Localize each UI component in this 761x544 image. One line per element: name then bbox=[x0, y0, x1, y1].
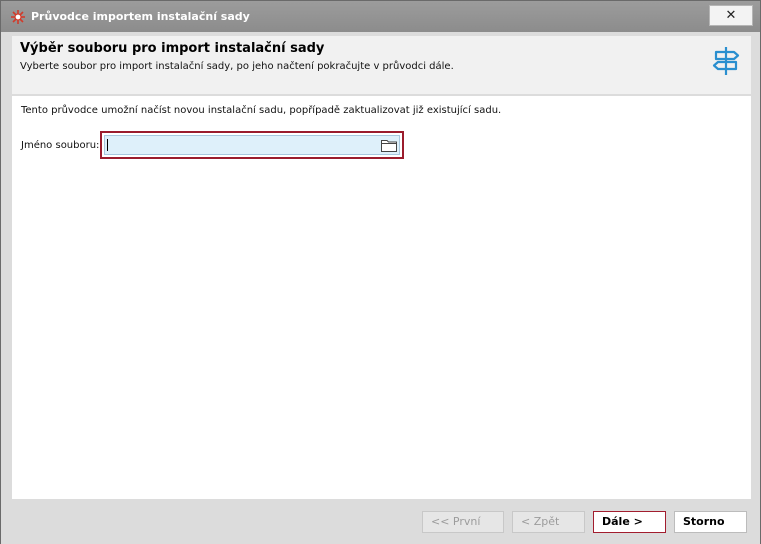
first-button[interactable]: << První bbox=[422, 511, 504, 533]
file-name-label: Jméno souboru: bbox=[21, 140, 100, 151]
wizard-footer: << První < Zpět Dále > Storno bbox=[1, 501, 760, 544]
page-subtitle: Vyberte soubor pro import instalační sad… bbox=[20, 61, 454, 72]
back-button[interactable]: < Zpět bbox=[512, 511, 585, 533]
text-caret bbox=[107, 139, 108, 151]
title-bar[interactable]: Průvodce importem instalační sady ✕ bbox=[1, 1, 760, 32]
starburst-icon bbox=[11, 10, 25, 24]
intro-text: Tento průvodce umožní načíst novou insta… bbox=[21, 105, 502, 116]
file-name-input[interactable] bbox=[104, 135, 400, 155]
close-button[interactable]: ✕ bbox=[709, 5, 753, 26]
signpost-icon bbox=[712, 47, 740, 75]
page-title: Výběr souboru pro import instalační sady bbox=[20, 41, 325, 56]
window-title: Průvodce importem instalační sady bbox=[31, 10, 250, 23]
next-button[interactable]: Dále > bbox=[593, 511, 666, 533]
cancel-button[interactable]: Storno bbox=[674, 511, 747, 533]
wizard-window: Průvodce importem instalační sady ✕ Výbě… bbox=[0, 0, 761, 544]
folder-icon[interactable] bbox=[381, 139, 397, 152]
wizard-header: Výběr souboru pro import instalační sady… bbox=[12, 36, 751, 94]
wizard-content: Tento průvodce umožní načíst novou insta… bbox=[12, 96, 751, 499]
file-name-field-frame bbox=[100, 131, 404, 159]
